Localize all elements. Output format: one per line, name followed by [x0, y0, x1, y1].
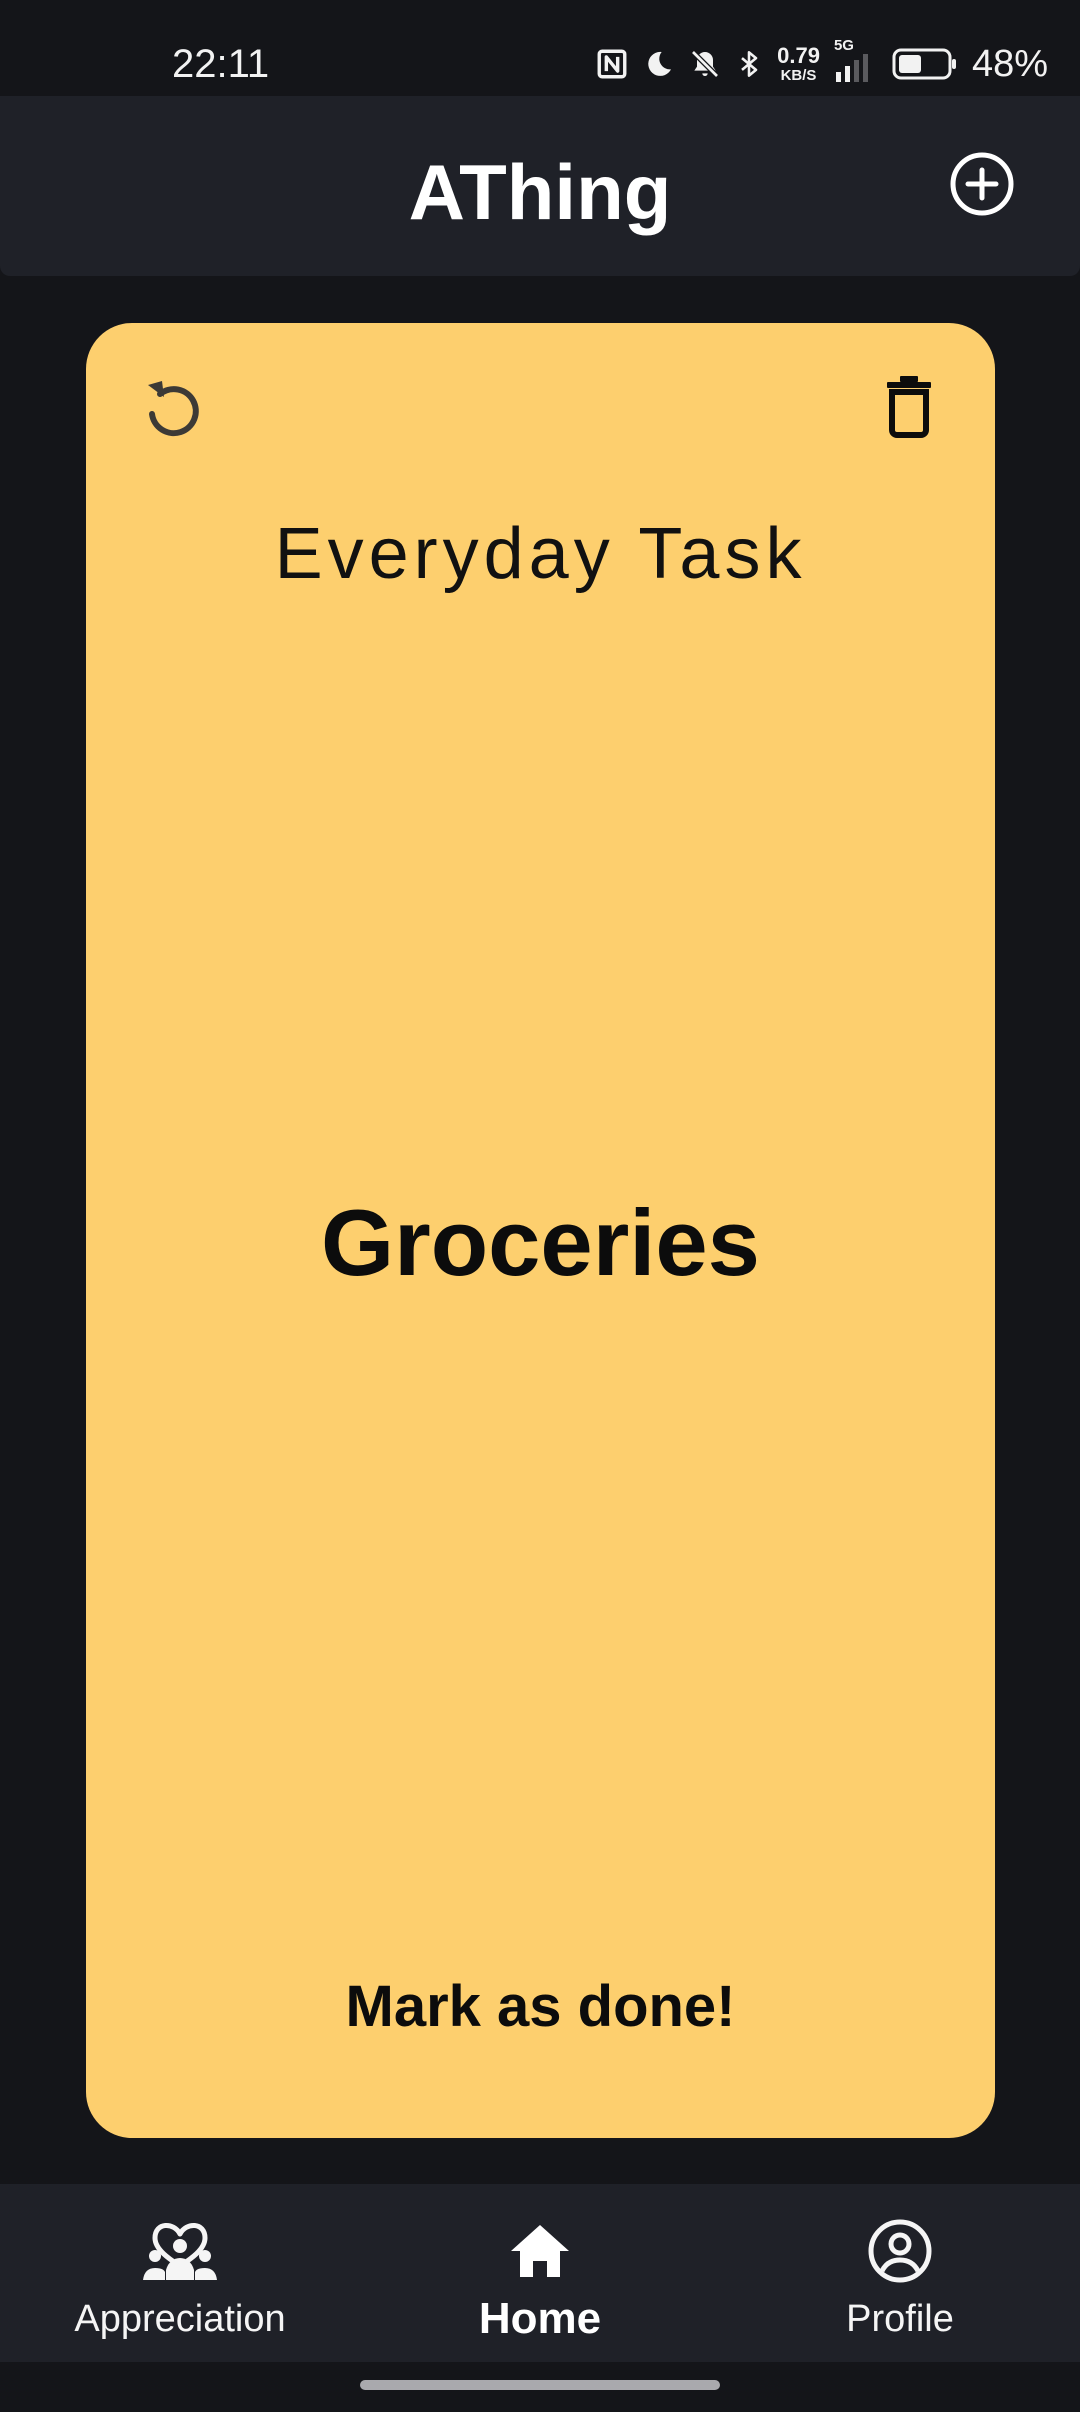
app-screen: 22:11 0.79 KB/S 5G 48% AThing Everyday T…	[0, 0, 1080, 2412]
app-header: AThing	[0, 96, 1080, 276]
status-time: 22:11	[172, 42, 270, 86]
undo-arrow-icon	[148, 381, 199, 437]
task-card[interactable]: Everyday Task Groceries Mark as done!	[86, 323, 995, 2138]
nav-item-home[interactable]: Home	[360, 2184, 720, 2362]
bluetooth-icon	[735, 47, 763, 81]
signal-5g-icon: 5G	[834, 38, 878, 84]
status-icons: 0.79 KB/S 5G 48%	[595, 38, 1048, 90]
mark-as-done-button[interactable]: Mark as done!	[286, 1967, 795, 2047]
battery-icon	[892, 47, 958, 81]
bell-muted-icon	[689, 48, 721, 80]
undo-button[interactable]	[138, 371, 208, 441]
nav-item-appreciation[interactable]: Appreciation	[0, 2184, 360, 2362]
task-category: Everyday Task	[274, 514, 807, 594]
network-speed-value: 0.79	[777, 43, 820, 68]
network-type-label: 5G	[833, 37, 854, 54]
network-speed: 0.79 KB/S	[777, 43, 820, 84]
do-not-disturb-moon-icon	[643, 48, 675, 80]
battery-percent: 48%	[971, 42, 1048, 85]
gesture-navigation-bar[interactable]	[360, 2380, 720, 2390]
nfc-icon	[595, 47, 629, 81]
network-speed-unit: KB/S	[780, 67, 817, 84]
task-name: Groceries	[321, 1190, 760, 1295]
nav-item-profile[interactable]: Profile	[720, 2184, 1080, 2362]
delete-button[interactable]	[874, 371, 944, 441]
trash-icon	[887, 376, 931, 438]
nav-label-home: Home	[478, 2294, 602, 2343]
home-icon	[360, 2214, 720, 2288]
people-heart-icon	[0, 2214, 360, 2288]
status-bar: 22:11 0.79 KB/S 5G 48%	[0, 0, 1080, 96]
add-task-button[interactable]	[948, 150, 1016, 218]
app-title: AThing	[408, 148, 672, 236]
nav-label-profile: Profile	[846, 2298, 954, 2340]
nav-label-appreciation: Appreciation	[74, 2298, 286, 2340]
bottom-navigation: Appreciation Home Profile	[0, 2184, 1080, 2362]
account-circle-icon	[720, 2214, 1080, 2288]
plus-circle-icon	[950, 152, 1014, 216]
